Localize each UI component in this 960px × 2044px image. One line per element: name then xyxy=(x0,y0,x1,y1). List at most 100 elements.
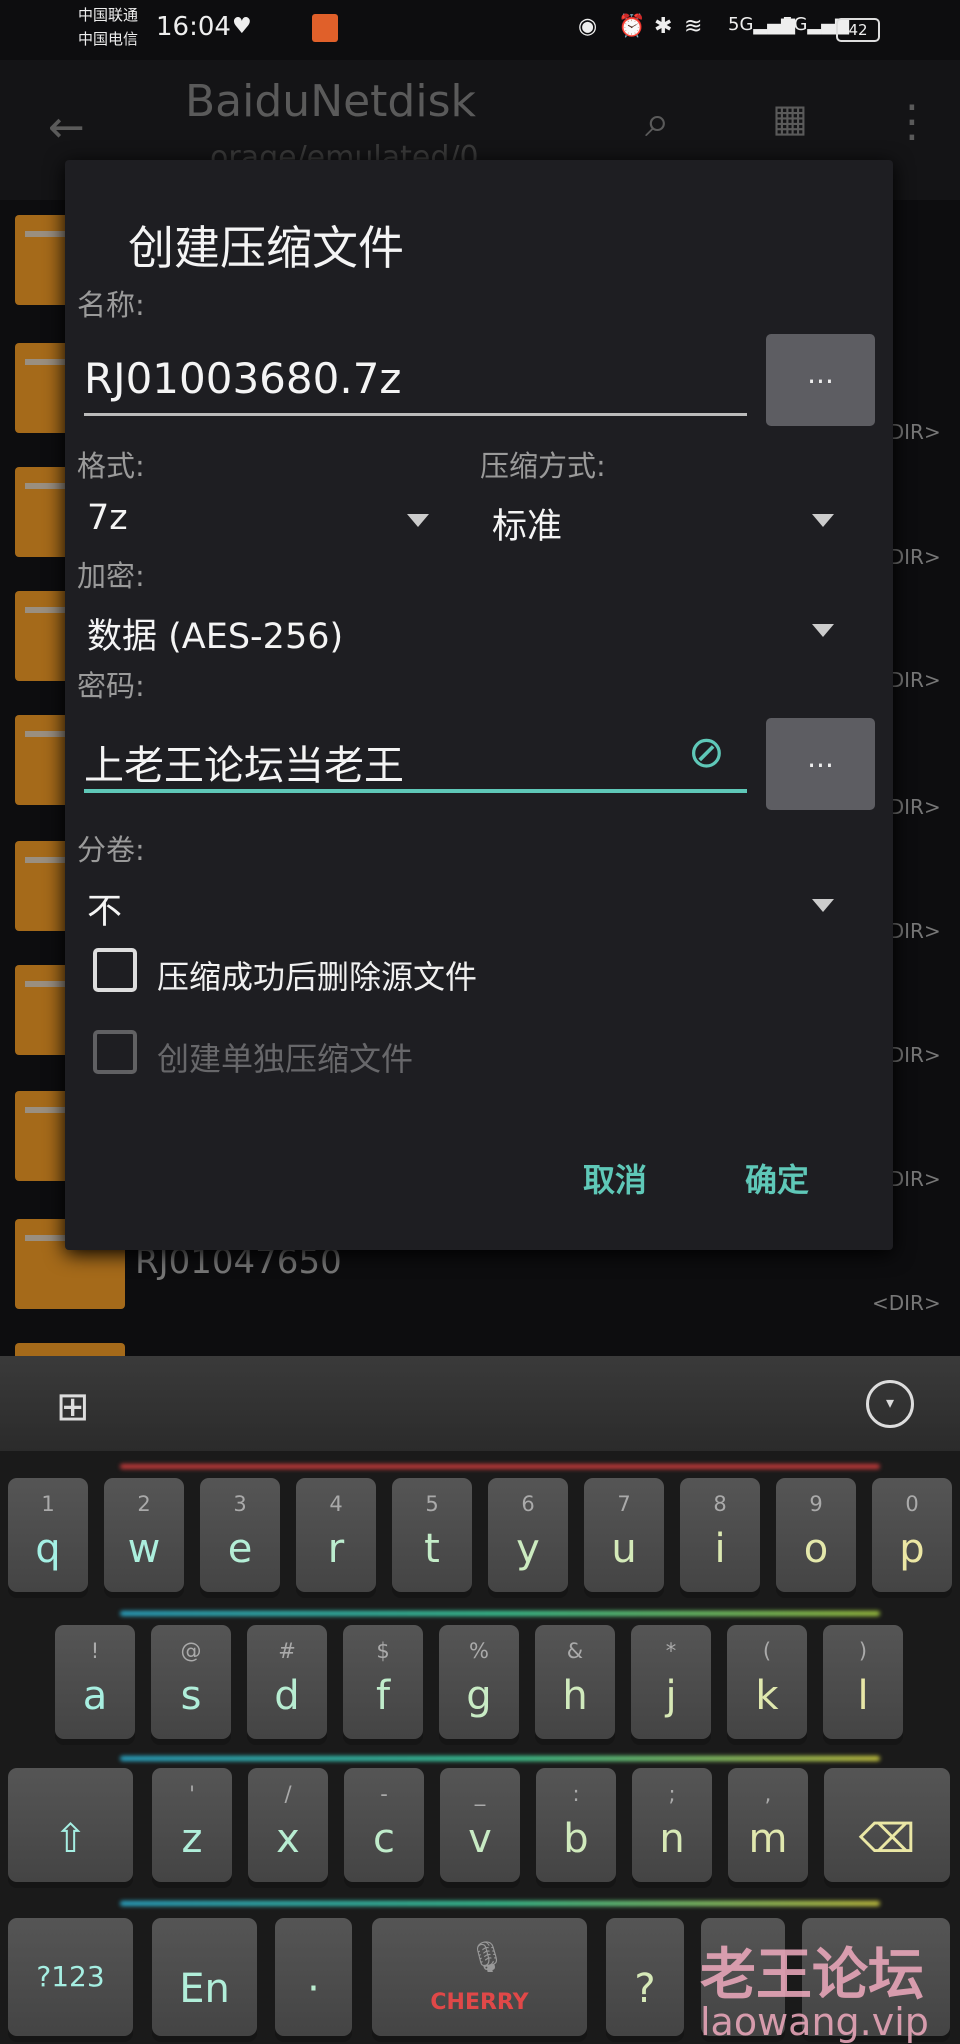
more-options-icon[interactable]: ⋮ xyxy=(890,96,934,147)
key-s[interactable]: @ s xyxy=(151,1625,231,1739)
key-b[interactable]: :b xyxy=(536,1768,616,1882)
period-key[interactable]: · xyxy=(275,1918,352,2036)
key-d[interactable]: # d xyxy=(247,1625,327,1739)
key-i[interactable]: 8i xyxy=(680,1478,760,1592)
checkbox-box[interactable] xyxy=(93,948,137,992)
create-archive-dialog: 创建压缩文件 名称: RJ01003680.7z ... 格式: 压缩方式: 7… xyxy=(65,160,893,1250)
space-key[interactable]: CHERRY 🎙 xyxy=(372,1918,587,2036)
search-icon[interactable]: ⌕ xyxy=(645,96,670,147)
key-x[interactable]: / x xyxy=(248,1768,328,1882)
key-label: En xyxy=(179,1966,230,2012)
key-label: ⌫ xyxy=(858,1816,916,1862)
name-input[interactable]: RJ01003680.7z xyxy=(84,340,747,416)
format-select[interactable]: 7z xyxy=(77,490,457,550)
shift-key[interactable]: ⇧ xyxy=(8,1768,133,1882)
hide-keyboard-icon[interactable]: ▾ xyxy=(866,1380,914,1428)
key-secondary-label: 4 xyxy=(329,1492,343,1516)
key-label: CHERRY xyxy=(430,1990,529,2015)
key-w[interactable]: 2w xyxy=(104,1478,184,1592)
method-select[interactable]: 标准 xyxy=(480,490,870,550)
password-input[interactable]: 上老王论坛当老王 ⊘ xyxy=(84,715,747,793)
key-o[interactable]: 9o xyxy=(776,1478,856,1592)
key-label: g xyxy=(466,1673,492,1719)
keyboard-toolbar: ⊞ ▾ xyxy=(0,1356,960,1451)
key-secondary-label: 2 xyxy=(137,1492,151,1516)
key-label: u xyxy=(611,1526,637,1572)
status-bar: 中国联通 中国电信 16:04 ♥ ◉ ⏰ ✱ ≋ 5G▂▄▆ 5G▂▄▆ 42 xyxy=(0,0,960,60)
key-label: n xyxy=(659,1816,685,1862)
key-label: f xyxy=(375,1673,391,1719)
key-label: d xyxy=(274,1673,300,1719)
key-secondary-label: 1 xyxy=(41,1492,55,1516)
symbols-key[interactable]: ?123 xyxy=(8,1918,133,2036)
bluetooth-icon: ✱ xyxy=(654,14,673,39)
hide-password-icon[interactable]: ⊘ xyxy=(688,727,725,778)
delete-source-checkbox[interactable]: 压缩成功后删除源文件 xyxy=(93,948,593,998)
key-secondary-label: 7 xyxy=(617,1492,631,1516)
key-l[interactable]: ) l xyxy=(823,1625,903,1739)
key-j[interactable]: * j xyxy=(631,1625,711,1739)
key-secondary-label: _ xyxy=(474,1782,486,1806)
key-a[interactable]: ! a xyxy=(55,1625,135,1739)
key-secondary-label: ' xyxy=(189,1782,195,1806)
split-select[interactable]: 不 xyxy=(77,875,870,935)
key-label: ? xyxy=(634,1966,656,2012)
key-secondary-label: 5 xyxy=(425,1492,439,1516)
dropdown-arrow-icon xyxy=(812,514,834,527)
dropdown-arrow-icon xyxy=(812,624,834,637)
key-r[interactable]: 4r xyxy=(296,1478,376,1592)
key-q[interactable]: 1q xyxy=(8,1478,88,1592)
key-z[interactable]: ' z xyxy=(152,1768,232,1882)
key-label: h xyxy=(562,1673,588,1719)
key-label: w xyxy=(127,1526,161,1572)
key-v[interactable]: _ v xyxy=(440,1768,520,1882)
key-secondary-label: % xyxy=(469,1639,489,1663)
language-key[interactable]: En xyxy=(152,1918,257,2036)
encrypt-select[interactable]: 数据 (AES-256) xyxy=(77,600,870,660)
backspace-key[interactable]: ⌫ xyxy=(824,1768,950,1882)
key-n[interactable]: ; n xyxy=(632,1768,712,1882)
key-secondary-label: ( xyxy=(762,1639,772,1663)
key-t[interactable]: 5t xyxy=(392,1478,472,1592)
key-y[interactable]: 6y xyxy=(488,1478,568,1592)
key-p[interactable]: 0p xyxy=(872,1478,952,1592)
dir-label: <DIR> xyxy=(872,1291,941,1315)
carrier-1: 中国联通 xyxy=(78,6,139,24)
key-c[interactable]: -c xyxy=(344,1768,424,1882)
keyboard-menu-grid-icon[interactable]: ⊞ xyxy=(56,1384,90,1430)
key-label: v xyxy=(468,1816,492,1862)
battery-indicator: 42 xyxy=(836,18,880,42)
key-secondary-label: 0 xyxy=(905,1492,919,1516)
grid-view-icon[interactable]: ▦ xyxy=(772,96,808,140)
split-label: 分卷: xyxy=(77,833,145,867)
key-u[interactable]: 7u xyxy=(584,1478,664,1592)
key-secondary-label: & xyxy=(566,1639,584,1663)
browse-name-button[interactable]: ... xyxy=(766,334,875,426)
key-g[interactable]: % g xyxy=(439,1625,519,1739)
key-m[interactable]: ,m xyxy=(728,1768,808,1882)
key-k[interactable]: (k xyxy=(727,1625,807,1739)
back-arrow-icon[interactable]: ← xyxy=(48,102,85,153)
method-value: 标准 xyxy=(492,507,563,547)
key-h[interactable]: & h xyxy=(535,1625,615,1739)
key-label: p xyxy=(899,1526,925,1572)
password-value: 上老王论坛当老王 xyxy=(84,743,404,789)
glow-strip xyxy=(120,1756,880,1761)
key-e[interactable]: 3e xyxy=(200,1478,280,1592)
cancel-button[interactable]: 取消 xyxy=(583,1155,647,1201)
key-secondary-label: * xyxy=(665,1639,677,1663)
glow-strip xyxy=(120,1611,880,1616)
question-key[interactable]: ? xyxy=(606,1918,684,2036)
glow-strip xyxy=(120,1464,880,1469)
key-f[interactable]: $ f xyxy=(343,1625,423,1739)
ok-button[interactable]: 确定 xyxy=(745,1155,809,1201)
method-label: 压缩方式: xyxy=(480,449,606,483)
checkbox-box[interactable] xyxy=(93,1030,137,1074)
key-label: x xyxy=(276,1816,300,1862)
password-options-button[interactable]: ... xyxy=(766,718,875,810)
split-value: 不 xyxy=(87,892,123,932)
key-secondary-label: $ xyxy=(376,1639,390,1663)
separate-archives-checkbox[interactable]: 创建单独压缩文件 xyxy=(93,1030,593,1080)
key-secondary-label: 9 xyxy=(809,1492,823,1516)
key-secondary-label: ! xyxy=(90,1639,100,1663)
